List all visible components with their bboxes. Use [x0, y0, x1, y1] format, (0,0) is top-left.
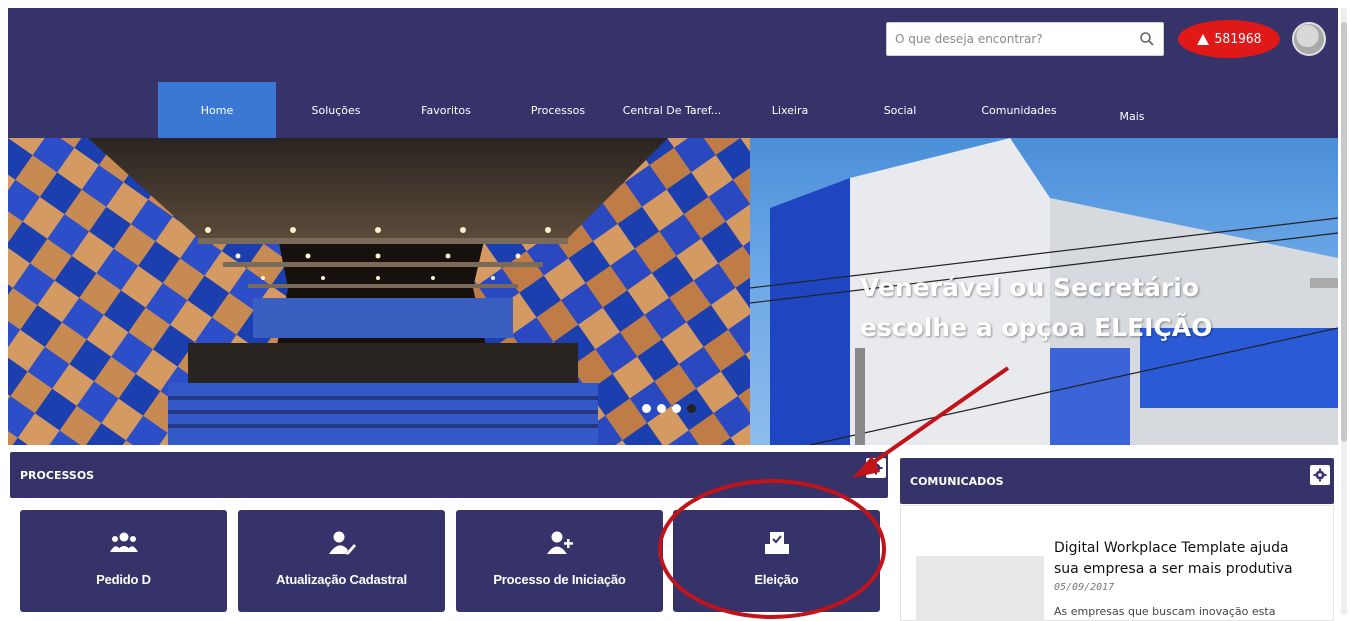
alert-count: 581968 — [1214, 31, 1262, 47]
process-card-pedido-d[interactable]: Pedido D — [20, 510, 227, 612]
gear-icon — [1313, 468, 1327, 482]
processos-header: PROCESSOS — [10, 452, 888, 498]
comunicados-settings-button[interactable] — [1310, 465, 1330, 485]
process-card-label: Pedido D — [96, 572, 151, 587]
top-header: 581968 Home Soluções Favoritos Processos… — [8, 8, 1338, 138]
search-input[interactable] — [895, 23, 1125, 55]
process-card-label: Atualização Cadastral — [276, 572, 407, 587]
tab-processos[interactable]: Processos — [508, 82, 608, 138]
carousel-indicators[interactable] — [642, 404, 696, 413]
banner-image-auditorium — [8, 138, 750, 445]
processos-settings-button[interactable] — [866, 458, 886, 478]
user-plus-icon — [546, 531, 573, 554]
comunicados-title: COMUNICADOS — [910, 474, 1004, 488]
comunicado-thumbnail[interactable] — [916, 556, 1044, 621]
search-box[interactable] — [886, 22, 1164, 56]
processos-title: PROCESSOS — [20, 468, 95, 482]
vote-box-icon — [764, 532, 789, 554]
tab-social[interactable]: Social — [858, 82, 942, 138]
warning-icon — [1196, 33, 1209, 45]
comunicado-excerpt: As empresas que buscam inovação esta — [1054, 605, 1276, 618]
users-icon — [109, 532, 138, 552]
tab-favoritos[interactable]: Favoritos — [398, 82, 494, 138]
process-card-label: Processo de Iniciação — [493, 572, 626, 587]
tab-home[interactable]: Home — [158, 82, 276, 138]
comunicados-header: COMUNICADOS — [900, 458, 1334, 504]
search-icon[interactable] — [1139, 31, 1155, 47]
tab-lixeira[interactable]: Lixeira — [746, 82, 834, 138]
carousel-dot-active[interactable] — [687, 404, 696, 413]
tab-solucoes[interactable]: Soluções — [286, 82, 386, 138]
process-card-processo-de-iniciacao[interactable]: Processo de Iniciação — [456, 510, 663, 612]
tab-comunidades[interactable]: Comunidades — [964, 82, 1074, 138]
scrollbar-thumb[interactable] — [1341, 22, 1347, 442]
comunicado-title[interactable]: Digital Workplace Template ajuda sua emp… — [1054, 538, 1310, 580]
carousel-dot[interactable] — [657, 404, 666, 413]
alert-badge[interactable]: 581968 — [1178, 20, 1280, 58]
carousel-dot[interactable] — [642, 404, 651, 413]
comunicado-date: 05/09/2017 — [1054, 582, 1115, 593]
process-card-eleicao[interactable]: Eleição — [673, 510, 880, 612]
process-card-label: Eleição — [754, 572, 799, 587]
tab-central-de-tarefas[interactable]: Central De Taref... — [610, 82, 734, 138]
tab-mais[interactable]: Mais — [1104, 88, 1160, 144]
process-card-atualizacao-cadastral[interactable]: Atualização Cadastral — [238, 510, 445, 612]
gear-icon — [869, 461, 883, 475]
banner-caption: Venerável ou Secretário escolhe a opçoa … — [860, 273, 1213, 342]
user-edit-icon — [328, 531, 356, 555]
page-scrollbar[interactable] — [1341, 8, 1347, 614]
carousel-dot[interactable] — [672, 404, 681, 413]
avatar[interactable] — [1292, 22, 1326, 56]
